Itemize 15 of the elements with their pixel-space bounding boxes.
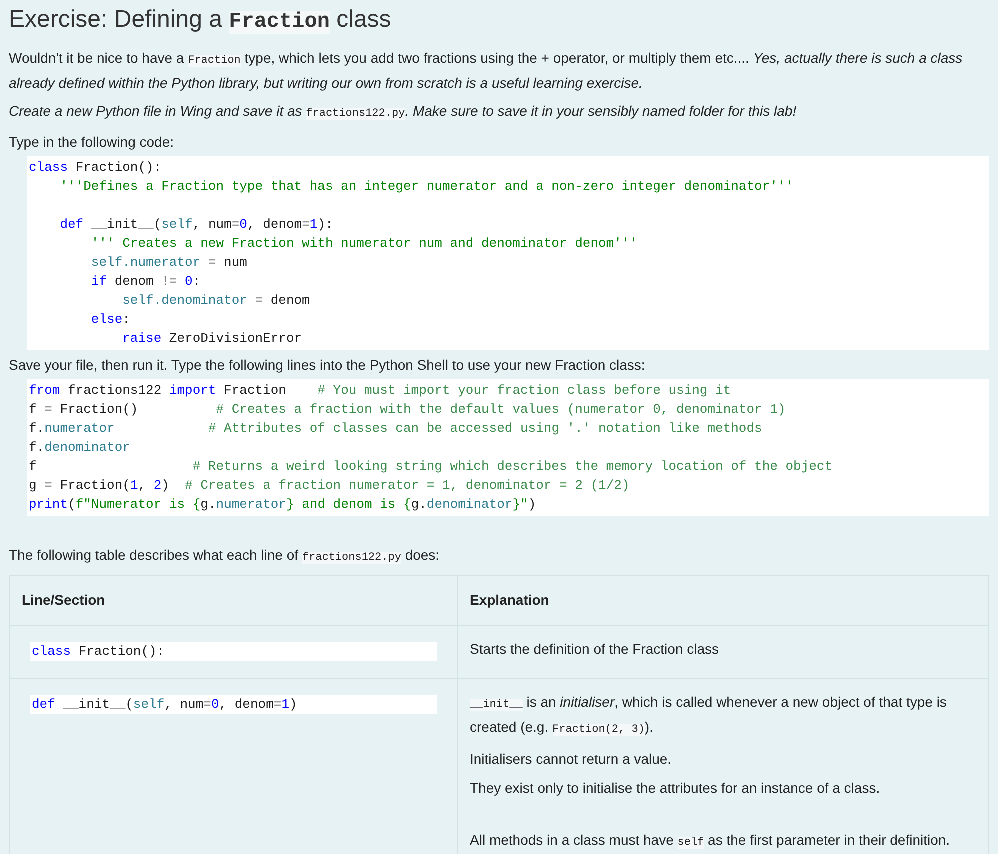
table-cell-text: Initialisers cannot return a value.	[470, 750, 673, 769]
paragraph: Type in the following code:	[9, 133, 175, 152]
paragraph: The following table describes what each line of fractions122.py does:	[9, 546, 441, 566]
code-snippet: class Fraction():	[30, 642, 437, 661]
code-snippet: def __init__(self, num=0, denom=1)	[30, 695, 437, 714]
table-cell-text: All methods in a class must have self as the first parameter in their definition.	[470, 831, 952, 851]
code-block: class Fraction(): '''Defines a Fraction type that has an integer numerator and a non-zero integer denominator''' def __init__(self, num=0, denom=1): ''' Creates a new Fraction with numerator num and denominator denom''' self.numerator = num if denom != 0: self.denominator = denom else: raise ZeroDivisionError	[27, 156, 989, 350]
column-header: Line/Section	[10, 576, 458, 626]
code-block: from fractions122 import Fraction # You must import your fraction class before using it f = Fraction() # Creates a fraction with the default values (numerator 0, denominator 1) f.numerator # Attributes of classes can be accessed using '.' notation like methods f.denominator f # Returns a weird looking string which describes the memory location of the object g = Fraction(1, 2) # Creates a fraction numerator = 1, denominator = 2 (1/2) print(f"Numerator is {g.numerator} and denom is {g.denominator}")	[27, 379, 989, 516]
table-cell-text: Starts the definition of the Fraction class	[470, 640, 720, 659]
page-title: Exercise: Defining a Fraction class	[9, 5, 392, 36]
paragraph: Save your file, then run it. Type the following lines into the Python Shell to use your new Fraction class:	[9, 356, 646, 375]
paragraph: Wouldn't it be nice to have a Fraction type, which lets you add two fractions using the + operator, or multiply them etc.... Yes, actually there is such a class already defined within the Python library, but writing our own from scratch is a useful learning exercise.	[9, 49, 964, 93]
column-header: Explanation	[458, 576, 988, 626]
table-cell-text: They exist only to initialise the attributes for an instance of a class.	[470, 779, 882, 798]
